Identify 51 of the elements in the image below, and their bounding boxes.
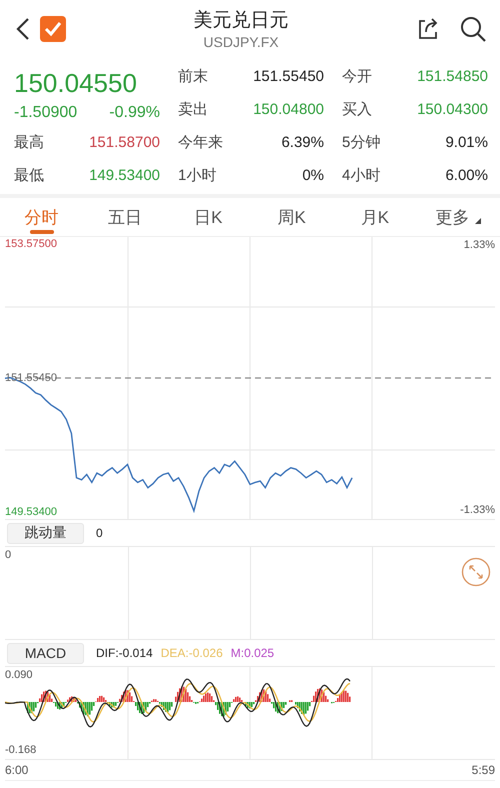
stat-label: 今年来 [178,133,223,152]
axis-label: 1.33% [464,239,495,251]
stat-value: 0% [302,167,324,184]
stat-label: 最高 [14,133,44,152]
stat-value: 150.04300 [417,101,488,118]
axis-label: 0 [5,549,12,561]
search-icon[interactable] [460,16,486,42]
stat-value: 6.39% [281,134,324,151]
dea-value: DEA:-0.026 [160,646,223,660]
volume-value: 0 [96,526,103,540]
current-price: 150.04550 [14,67,138,100]
stat-value: 9.01% [445,134,488,151]
stat-value: 6.00% [445,167,488,184]
stat-value: 151.54850 [417,68,488,85]
time-label: 6:00 [5,763,28,777]
tab[interactable]: 月K [333,198,417,236]
tab[interactable]: 更多 [416,198,500,236]
indicator-button[interactable]: 跳动量 [7,522,84,544]
share-icon[interactable] [416,17,440,41]
stat-value: 151.58700 [89,134,160,151]
percent-change: -0.99% [109,103,160,123]
checkmark-logo-icon [40,16,66,42]
axis-label: -0.168 [5,744,36,756]
stat-label: 前末 [178,67,208,86]
corner-triangle-icon [475,218,482,224]
expand-icon[interactable] [461,557,491,587]
m-value: M:0.025 [230,646,274,660]
tab[interactable]: 日K [166,198,250,236]
dif-value: DIF:-0.014 [96,646,153,660]
axis-label: 153.57500 [5,238,57,250]
stat-label: 卖出 [178,100,208,119]
stat-label: 4小时 [342,166,380,185]
stat-label: 最低 [14,166,44,185]
stat-value: 150.04800 [253,101,324,118]
tab[interactable]: 周K [250,198,334,236]
stat-label: 买入 [342,100,372,119]
axis-label: 0.090 [5,669,33,681]
stat-label: 1小时 [178,166,216,185]
indicator-button[interactable]: MACD [7,642,84,664]
page-title: 美元兑日元 [194,9,288,33]
stat-value: 151.55450 [253,68,324,85]
price-change: -1.50900 [14,103,78,123]
symbol-code: USDJPY.FX [203,33,279,51]
time-label: 5:59 [472,763,495,777]
back-icon[interactable] [16,17,30,41]
stat-value: 149.53400 [89,167,160,184]
tab[interactable]: 五日 [83,198,167,236]
stat-label: 5分钟 [342,133,380,152]
stat-label: 今开 [342,67,372,86]
axis-label: 149.53400 [5,506,57,518]
axis-label: -1.33% [460,504,495,516]
